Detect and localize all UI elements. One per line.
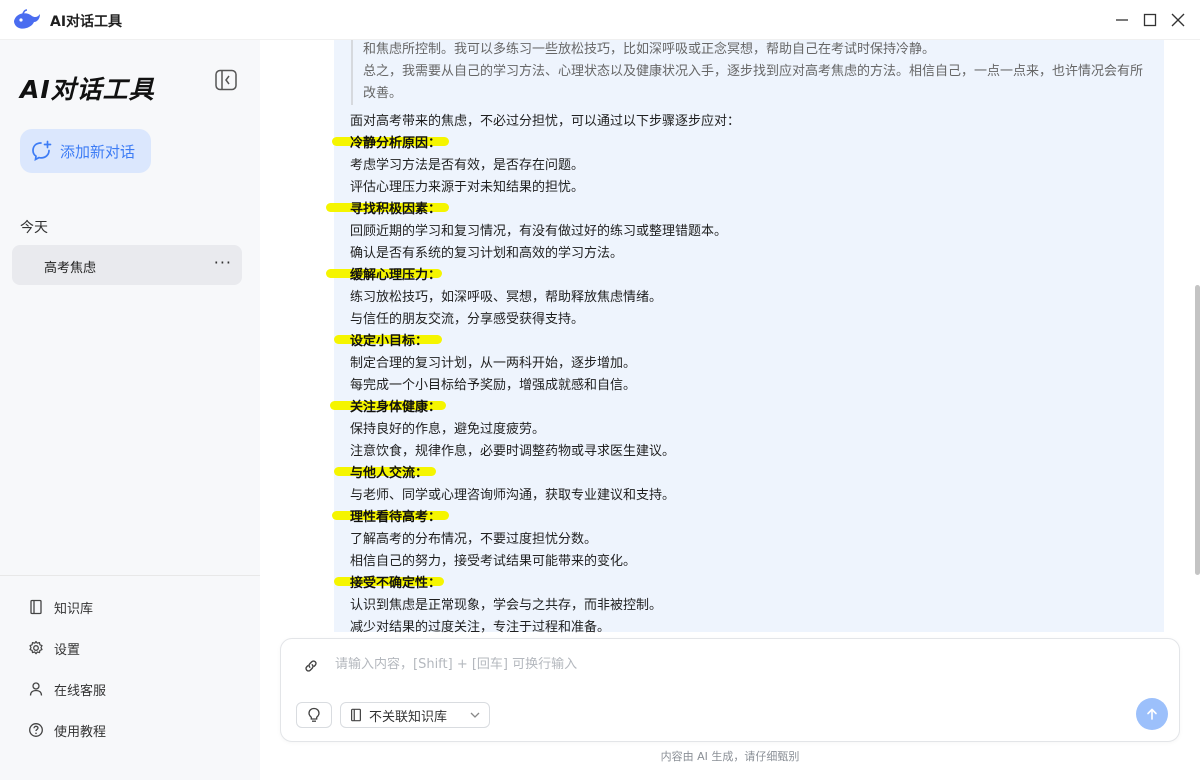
conversation-more-button[interactable]: ···	[214, 253, 232, 272]
minimize-icon	[1116, 19, 1128, 21]
collapse-sidebar-button[interactable]	[214, 69, 238, 91]
minimize-button[interactable]	[1112, 10, 1132, 30]
knowledge-base-select[interactable]: 不关联知识库	[340, 702, 490, 728]
user-icon	[29, 682, 43, 696]
section-item: 回顾近期的学习和复习情况，有没有做过好的练习或整理错题本。	[350, 224, 728, 239]
section-item: 保持良好的作息，避免过度疲劳。	[350, 422, 546, 437]
book-icon	[351, 708, 361, 722]
section-item: 与信任的朋友交流，分享感受获得支持。	[350, 312, 585, 327]
section-item: 了解高考的分布情况，不要过度担忧分数。	[350, 532, 598, 547]
section-heading: 接受不确定性：	[350, 576, 442, 591]
section-item: 与老师、同学或心理咨询师沟通，获取专业建议和支持。	[350, 488, 676, 503]
section-item: 认识到焦虑是正常现象，学会与之共存，而非被控制。	[350, 598, 663, 613]
quote-line: 和焦虑所控制。我可以多练习一些放松技巧，比如深呼吸或正念冥想，帮助自己在考试时保…	[363, 42, 936, 57]
section-heading: 与他人交流：	[350, 466, 429, 481]
section-item: 相信自己的努力，接受考试结果可能带来的变化。	[350, 554, 637, 569]
attach-link-icon[interactable]	[303, 658, 319, 674]
chevron-down-icon	[470, 712, 480, 718]
close-window-button[interactable]	[1168, 10, 1188, 30]
section-item: 减少对结果的过度关注，专注于过程和准备。	[350, 620, 611, 635]
message-input[interactable]	[335, 657, 1115, 672]
sidebar-brand-title: AI对话工具	[20, 75, 155, 104]
sidebar-link-label: 知识库	[54, 601, 94, 617]
help-icon	[29, 723, 43, 737]
section-heading: 设定小目标：	[350, 334, 429, 349]
sidebar-link-label: 在线客服	[54, 683, 107, 699]
section-item: 评估心理压力来源于对未知结果的担忧。	[350, 180, 585, 195]
message-composer: 不关联知识库	[280, 638, 1180, 742]
app-title: AI对话工具	[50, 14, 123, 30]
thinking-quote-block: 和焦虑所控制。我可以多练习一些放松技巧，比如深呼吸或正念冥想，帮助自己在考试时保…	[351, 40, 1151, 105]
sidebar-link-settings[interactable]: 设置	[28, 637, 80, 659]
assistant-message: 和焦虑所控制。我可以多练习一些放松技巧，比如深呼吸或正念冥想，帮助自己在考试时保…	[326, 40, 1164, 635]
sidebar-divider	[0, 575, 260, 576]
section-today-heading: 今天	[20, 220, 48, 236]
conversation-item-active[interactable]: 高考焦虑 ···	[12, 245, 242, 285]
conversation-title: 高考焦虑	[44, 261, 97, 276]
arrow-up-icon	[1147, 708, 1157, 720]
sidebar-link-knowledge-base[interactable]: 知识库	[28, 596, 93, 618]
section-item: 每完成一个小目标给予奖励，增强成就感和自信。	[350, 378, 637, 393]
answer-intro: 面对高考带来的焦虑，不必过分担忧，可以通过以下步骤逐步应对：	[350, 114, 741, 129]
sidebar: AI对话工具 添加新对话 今天 高考焦虑 ··· 知识库 设置 在线客服 使用教…	[0, 40, 260, 780]
section-item: 制定合理的复习计划，从一两科开始，逐步增加。	[350, 356, 637, 371]
lightbulb-icon	[308, 707, 320, 722]
section-item: 确认是否有系统的复习计划和高效的学习方法。	[350, 246, 624, 261]
section-heading: 理性看待高考：	[350, 510, 442, 525]
section-heading: 缓解心理压力：	[350, 268, 442, 283]
quote-line: 总之，我需要从自己的学习方法、心理状态以及健康状况入手，逐步找到应对高考焦虑的方…	[363, 64, 1144, 101]
section-item: 注意饮食，规律作息，必要时调整药物或寻求医生建议。	[350, 444, 676, 459]
section-heading: 冷静分析原因：	[350, 136, 442, 151]
title-bar: AI对话工具	[0, 0, 1200, 40]
sidebar-link-label: 设置	[54, 642, 81, 658]
collapse-sidebar-icon	[215, 69, 237, 91]
whale-logo-icon	[14, 9, 40, 29]
chat-message-area[interactable]: 和焦虑所控制。我可以多练习一些放松技巧，比如深呼吸或正念冥想，帮助自己在考试时保…	[260, 40, 1200, 640]
maximize-button[interactable]	[1140, 10, 1160, 30]
book-icon	[30, 599, 42, 615]
knowledge-base-select-value: 不关联知识库	[369, 709, 448, 725]
section-item: 考虑学习方法是否有效，是否存在问题。	[350, 158, 585, 173]
chat-scrollbar[interactable]	[1195, 285, 1200, 575]
add-new-chat-button[interactable]: 添加新对话	[20, 129, 151, 173]
section-heading: 关注身体健康：	[350, 400, 442, 415]
section-item: 练习放松技巧，如深呼吸、冥想，帮助释放焦虑情绪。	[350, 290, 663, 305]
section-heading: 寻找积极因素：	[350, 202, 442, 217]
send-button[interactable]	[1136, 698, 1168, 730]
maximize-icon	[1143, 13, 1157, 27]
sidebar-link-label: 使用教程	[54, 724, 107, 740]
prompt-ideas-button[interactable]	[296, 702, 332, 728]
new-chat-icon	[32, 140, 52, 162]
close-icon	[1171, 13, 1185, 27]
add-new-chat-label: 添加新对话	[60, 142, 136, 161]
sidebar-link-online-support[interactable]: 在线客服	[28, 678, 106, 700]
sidebar-link-tutorial[interactable]: 使用教程	[28, 719, 106, 741]
gear-icon	[29, 640, 43, 655]
ai-disclaimer: 内容由 AI 生成，请仔细甄别	[660, 750, 800, 763]
